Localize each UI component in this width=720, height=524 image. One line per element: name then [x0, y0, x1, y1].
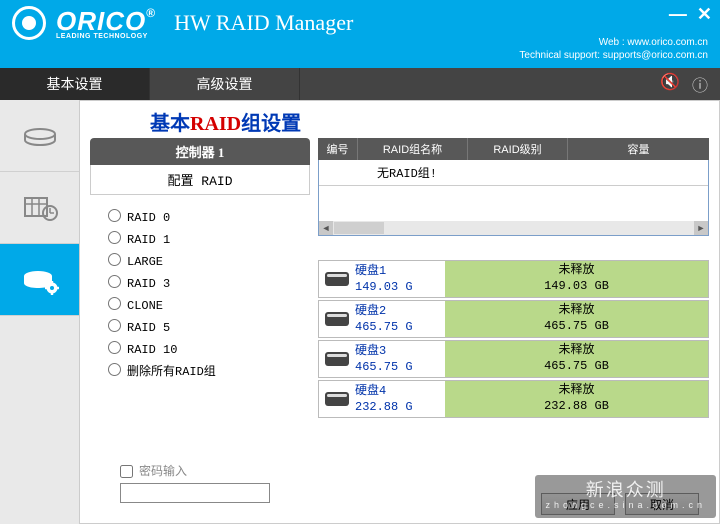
disk-name: 硬盘1	[355, 264, 445, 280]
scroll-right-arrow-icon[interactable]: ►	[694, 221, 708, 235]
col-level: RAID级别	[468, 138, 568, 160]
brand-name: ORICO® LEADING TECHNOLOGY	[56, 6, 156, 40]
disk-status: 未释放	[558, 303, 594, 319]
close-button[interactable]: ✕	[697, 4, 712, 25]
radio-large[interactable]: LARGE	[108, 252, 304, 269]
radio-raid5[interactable]: RAID 5	[108, 318, 304, 335]
password-input[interactable]	[120, 483, 270, 503]
sidebar	[0, 100, 80, 524]
disk-name: 硬盘2	[355, 304, 445, 320]
disk-size: 149.03 G	[355, 280, 445, 296]
tab-advanced[interactable]: 高级设置	[150, 68, 300, 100]
no-raid-text: 无RAID组!	[319, 160, 708, 186]
brand-logo-icon	[12, 6, 46, 40]
password-checkbox[interactable]	[120, 465, 133, 478]
disk-row: 硬盘2465.75 G 未释放465.75 GB	[318, 300, 709, 338]
disk-status: 未释放	[558, 383, 594, 399]
disk-row: 硬盘3465.75 G 未释放465.75 GB	[318, 340, 709, 378]
col-name: RAID组名称	[358, 138, 468, 160]
minimize-button[interactable]: —	[669, 4, 687, 25]
hdd-icon	[319, 261, 355, 297]
col-number: 编号	[318, 138, 358, 160]
disk-name: 硬盘4	[355, 384, 445, 400]
mute-icon[interactable]: 🔇	[660, 72, 680, 96]
controller-header: 控制器 1	[90, 138, 310, 165]
disk-status-size: 465.75 GB	[544, 319, 609, 335]
radio-raid1[interactable]: RAID 1	[108, 230, 304, 247]
raid-config-panel: 控制器 1 配置 RAID RAID 0 RAID 1 LARGE RAID 3…	[90, 138, 310, 503]
sidebar-item-schedule[interactable]	[0, 172, 79, 244]
raid-group-grid: 无RAID组! ◄ ►	[318, 160, 709, 236]
sidebar-item-raid[interactable]	[0, 244, 79, 316]
tab-basic[interactable]: 基本设置	[0, 68, 150, 100]
disk-size: 232.88 G	[355, 400, 445, 416]
disk-size: 465.75 G	[355, 360, 445, 376]
app-title: HW RAID Manager	[174, 10, 353, 36]
disk-name: 硬盘3	[355, 344, 445, 360]
sidebar-item-disk[interactable]	[0, 100, 79, 172]
raid-group-header: 编号 RAID组名称 RAID级别 容量	[318, 138, 709, 160]
col-capacity: 容量	[568, 138, 709, 160]
radio-raid3[interactable]: RAID 3	[108, 274, 304, 291]
disk-status: 未释放	[558, 263, 594, 279]
title-bar: ORICO® LEADING TECHNOLOGY HW RAID Manage…	[0, 0, 720, 68]
support-email: Technical support: supports@orico.com.cn	[519, 49, 708, 62]
disk-status-size: 465.75 GB	[544, 359, 609, 375]
horizontal-scrollbar[interactable]: ◄ ►	[319, 221, 708, 235]
header-info: Web : www.orico.com.cn Technical support…	[519, 36, 708, 62]
disk-size: 465.75 G	[355, 320, 445, 336]
disk-row: 硬盘4232.88 G 未释放232.88 GB	[318, 380, 709, 418]
hdd-icon	[319, 341, 355, 377]
scroll-left-arrow-icon[interactable]: ◄	[319, 221, 333, 235]
web-url: Web : www.orico.com.cn	[519, 36, 708, 49]
radio-clone[interactable]: CLONE	[108, 296, 304, 313]
configure-header: 配置 RAID	[90, 165, 310, 195]
hdd-icon	[319, 301, 355, 337]
radio-raid0[interactable]: RAID 0	[108, 208, 304, 225]
tab-bar: 基本设置 高级设置 🔇 ⓘ	[0, 68, 720, 100]
disk-status-size: 149.03 GB	[544, 279, 609, 295]
radio-delete-all[interactable]: 删除所有RAID组	[108, 362, 304, 379]
disk-row: 硬盘1149.03 G 未释放149.03 GB	[318, 260, 709, 298]
section-title: 基本RAID组设置	[150, 107, 709, 136]
scroll-thumb[interactable]	[334, 222, 384, 234]
hdd-icon	[319, 381, 355, 417]
radio-raid10[interactable]: RAID 10	[108, 340, 304, 357]
watermark: 新浪众测 zhongce.sina.com.cn	[535, 475, 716, 518]
info-icon[interactable]: ⓘ	[692, 72, 708, 96]
main-panel: 基本RAID组设置 控制器 1 配置 RAID RAID 0 RAID 1 LA…	[80, 100, 720, 524]
disk-status: 未释放	[558, 343, 594, 359]
disk-status-size: 232.88 GB	[544, 399, 609, 415]
raid-mode-list: RAID 0 RAID 1 LARGE RAID 3 CLONE RAID 5 …	[90, 195, 310, 392]
disk-list: 硬盘1149.03 G 未释放149.03 GB 硬盘2465.75 G 未释放…	[318, 260, 709, 418]
password-label: 密码输入	[139, 462, 187, 479]
